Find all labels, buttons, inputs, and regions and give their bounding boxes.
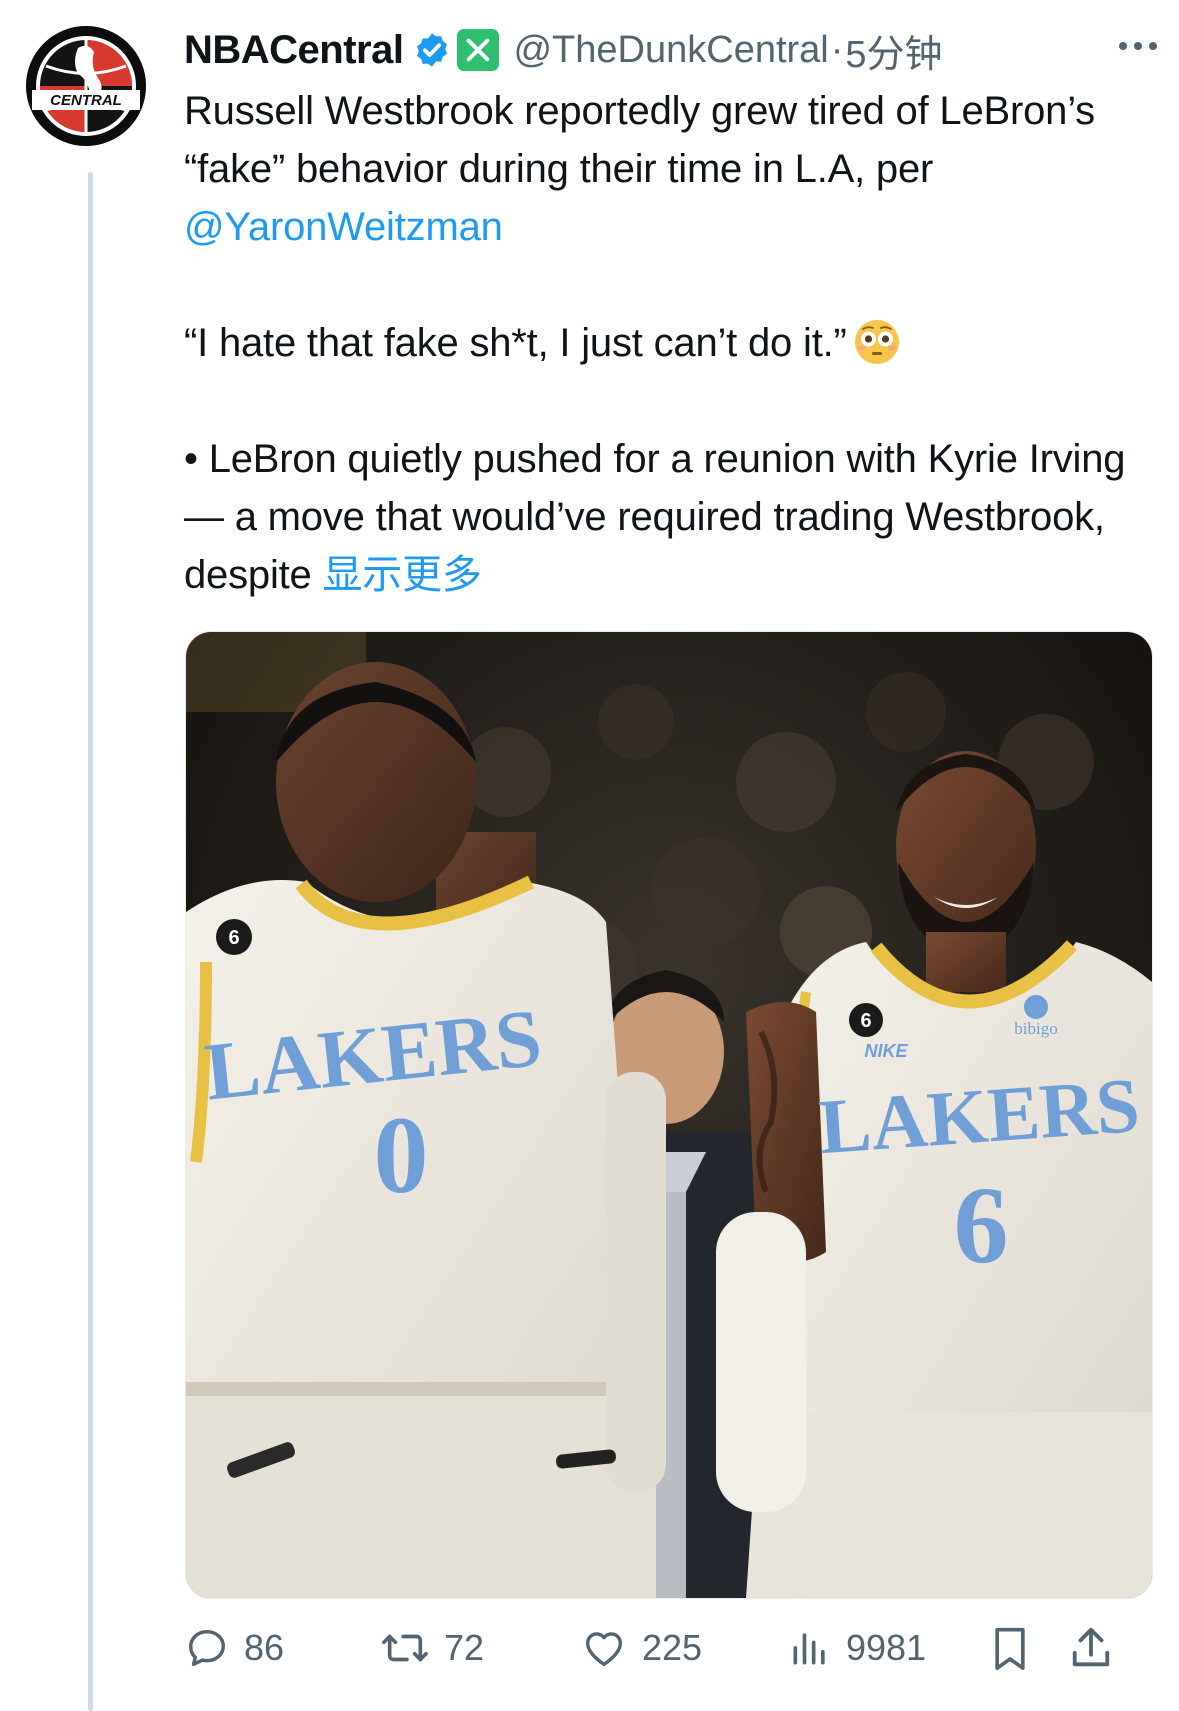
views-icon: [793, 1633, 825, 1665]
like-button[interactable]: 225: [580, 1625, 788, 1671]
mention-link[interactable]: @YaronWeitzman: [184, 205, 503, 249]
author-handle[interactable]: @TheDunkCentral: [513, 29, 828, 72]
right-brand: NIKE: [864, 1041, 908, 1061]
tweet-actions: 86 72 225 9981: [184, 1620, 1144, 1676]
tweet-paragraph-3: • LeBron quietly pushed for a reunion wi…: [184, 430, 1144, 604]
tweet-line-1: Russell Westbrook reportedly grew tired …: [184, 89, 1095, 191]
bookmark-button[interactable]: [988, 1623, 1068, 1673]
repost-count: 72: [444, 1627, 485, 1668]
verified-badge-icon: [417, 33, 448, 67]
right-patch: 6: [860, 1010, 871, 1032]
affiliate-x-icon: [457, 29, 500, 71]
views-count: 9981: [846, 1627, 927, 1668]
tweet-paragraph-2: “I hate that fake sh*t, I just can’t do …: [184, 314, 1144, 372]
repost-icon: [382, 1634, 428, 1662]
views-button[interactable]: 9981: [788, 1625, 988, 1671]
reply-icon: [188, 1629, 226, 1667]
tweet-media-image[interactable]: LAKERS 0 6 LAKERS 6 6 NIKE bibigo: [185, 631, 1153, 1599]
tweet-timestamp[interactable]: 5分钟: [845, 23, 942, 78]
like-count: 225: [642, 1627, 703, 1668]
more-icon[interactable]: [1119, 42, 1157, 50]
tweet-paragraph-1: Russell Westbrook reportedly grew tired …: [184, 82, 1144, 256]
right-sponsor: bibigo: [1014, 1019, 1057, 1038]
avatar-text: CENTRAL: [50, 92, 122, 109]
author-avatar[interactable]: CENTRAL: [26, 26, 146, 146]
reply-count: 86: [244, 1627, 285, 1668]
tweet-text: Russell Westbrook reportedly grew tired …: [184, 82, 1144, 604]
like-icon: [585, 1632, 623, 1667]
bookmark-icon: [995, 1627, 1025, 1670]
show-more-link[interactable]: 显示更多: [323, 553, 482, 597]
tweet-quote: “I hate that fake sh*t, I just can’t do …: [184, 321, 847, 365]
author-display-name[interactable]: NBACentral: [184, 28, 404, 73]
reply-button[interactable]: 86: [184, 1625, 380, 1671]
share-icon: [1072, 1627, 1110, 1667]
left-patch: 6: [228, 927, 239, 949]
share-button[interactable]: [1068, 1624, 1118, 1672]
repost-button[interactable]: 72: [380, 1625, 580, 1671]
left-jersey-number: 0: [374, 1094, 429, 1216]
flushed-face-emoji: [854, 320, 899, 364]
tweet-header: NBACentral @TheDunkCentral · 5分钟: [184, 22, 1154, 78]
thread-line: [88, 172, 93, 1711]
header-separator: ·: [830, 28, 844, 71]
right-jersey-number: 6: [954, 1164, 1009, 1286]
